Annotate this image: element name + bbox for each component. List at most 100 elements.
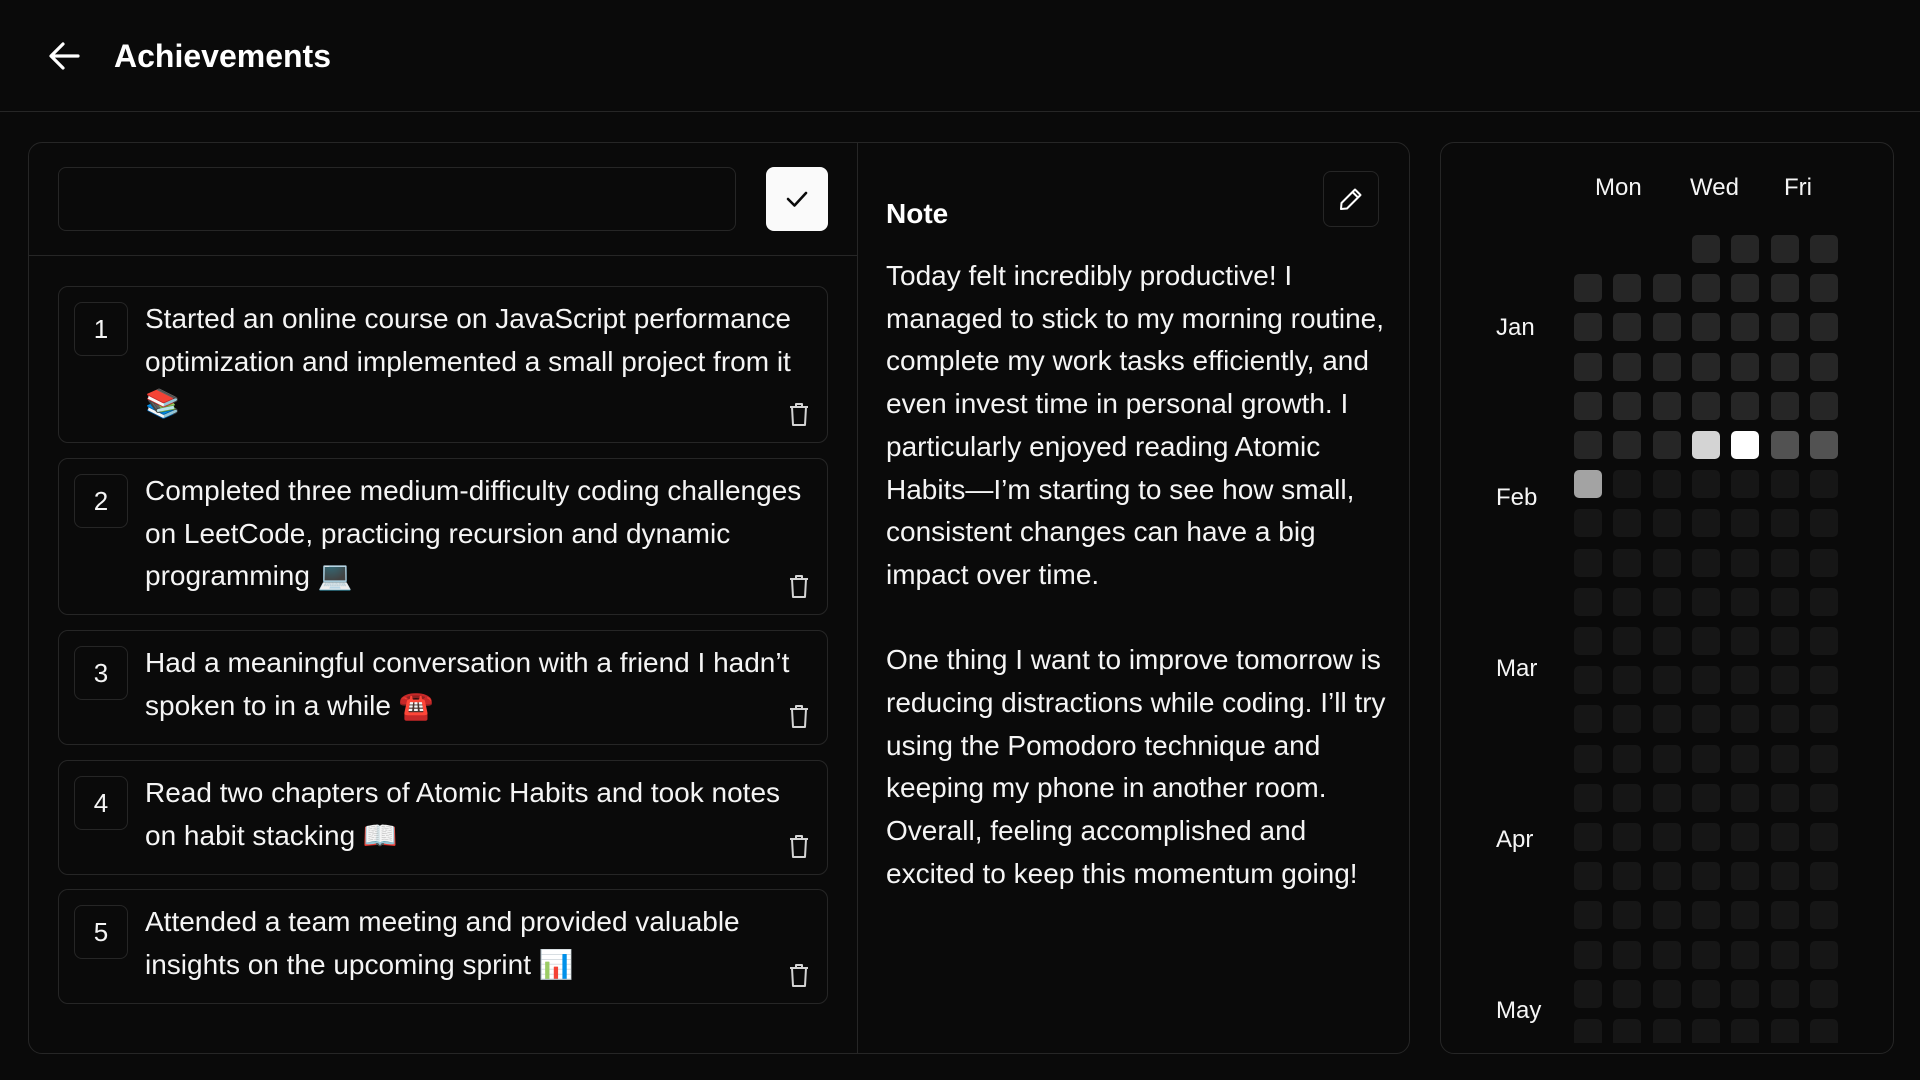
heatmap-cell[interactable] — [1574, 549, 1602, 577]
heatmap-cell[interactable] — [1574, 745, 1602, 773]
heatmap-cell[interactable] — [1613, 705, 1641, 733]
heatmap-cell[interactable] — [1771, 431, 1799, 459]
heatmap-cell[interactable] — [1810, 588, 1838, 616]
heatmap-cell[interactable] — [1653, 588, 1681, 616]
heatmap-cell[interactable] — [1771, 588, 1799, 616]
heatmap-cell[interactable] — [1613, 627, 1641, 655]
heatmap-cell[interactable] — [1771, 274, 1799, 302]
heatmap-cell[interactable] — [1574, 666, 1602, 694]
heatmap-cell[interactable] — [1731, 549, 1759, 577]
delete-button[interactable] — [785, 832, 813, 860]
heatmap-cell[interactable] — [1731, 392, 1759, 420]
heatmap-cell[interactable] — [1653, 470, 1681, 498]
heatmap-cell[interactable] — [1574, 353, 1602, 381]
heatmap-cell[interactable] — [1574, 980, 1602, 1008]
heatmap-cell[interactable] — [1692, 470, 1720, 498]
heatmap-cell[interactable] — [1692, 823, 1720, 851]
heatmap-cell[interactable] — [1731, 470, 1759, 498]
heatmap-cell[interactable] — [1810, 862, 1838, 890]
heatmap-cell[interactable] — [1810, 549, 1838, 577]
heatmap-cell[interactable] — [1810, 823, 1838, 851]
heatmap-cell[interactable] — [1574, 941, 1602, 969]
heatmap-cell[interactable] — [1692, 235, 1720, 263]
heatmap-cell[interactable] — [1731, 862, 1759, 890]
heatmap-cell[interactable] — [1653, 353, 1681, 381]
heatmap-cell[interactable] — [1731, 627, 1759, 655]
heatmap-cell[interactable] — [1810, 666, 1838, 694]
heatmap-cell[interactable] — [1692, 392, 1720, 420]
heatmap-cell[interactable] — [1653, 509, 1681, 537]
heatmap-cell[interactable] — [1692, 549, 1720, 577]
heatmap-cell[interactable] — [1771, 705, 1799, 733]
heatmap-cell[interactable] — [1653, 392, 1681, 420]
heatmap-cell[interactable] — [1692, 431, 1720, 459]
heatmap-cell[interactable] — [1653, 745, 1681, 773]
heatmap-cell[interactable] — [1613, 274, 1641, 302]
heatmap-cell[interactable] — [1810, 392, 1838, 420]
heatmap-cell[interactable] — [1692, 941, 1720, 969]
heatmap-cell[interactable] — [1731, 353, 1759, 381]
heatmap-cell[interactable] — [1574, 627, 1602, 655]
heatmap-cell[interactable] — [1653, 627, 1681, 655]
heatmap-cell[interactable] — [1771, 549, 1799, 577]
heatmap-cell[interactable] — [1653, 431, 1681, 459]
heatmap-cell[interactable] — [1692, 784, 1720, 812]
heatmap-cell[interactable] — [1653, 901, 1681, 929]
heatmap-cell[interactable] — [1613, 353, 1641, 381]
heatmap-cell[interactable] — [1613, 392, 1641, 420]
heatmap-cell[interactable] — [1692, 1019, 1720, 1043]
heatmap-cell[interactable] — [1731, 941, 1759, 969]
heatmap-cell[interactable] — [1810, 431, 1838, 459]
heatmap-cell[interactable] — [1731, 705, 1759, 733]
heatmap-cell[interactable] — [1613, 941, 1641, 969]
heatmap-cell[interactable] — [1692, 274, 1720, 302]
back-button[interactable] — [44, 38, 84, 74]
heatmap-cell[interactable] — [1613, 313, 1641, 341]
heatmap-cell[interactable] — [1731, 1019, 1759, 1043]
heatmap-cell[interactable] — [1613, 588, 1641, 616]
heatmap-cell[interactable] — [1731, 509, 1759, 537]
heatmap-cell[interactable] — [1771, 313, 1799, 341]
heatmap-cell[interactable] — [1731, 588, 1759, 616]
heatmap-cell[interactable] — [1574, 470, 1602, 498]
heatmap-cell[interactable] — [1771, 941, 1799, 969]
heatmap-cell[interactable] — [1613, 862, 1641, 890]
heatmap-cell[interactable] — [1574, 705, 1602, 733]
heatmap-cell[interactable] — [1771, 666, 1799, 694]
heatmap-cell[interactable] — [1810, 470, 1838, 498]
heatmap-cell[interactable] — [1653, 274, 1681, 302]
heatmap-cell[interactable] — [1613, 784, 1641, 812]
heatmap-cell[interactable] — [1771, 862, 1799, 890]
heatmap-cell[interactable] — [1731, 274, 1759, 302]
heatmap-cell[interactable] — [1731, 431, 1759, 459]
heatmap-cell[interactable] — [1731, 745, 1759, 773]
heatmap-cell[interactable] — [1692, 705, 1720, 733]
heatmap-cell[interactable] — [1810, 980, 1838, 1008]
heatmap-cell[interactable] — [1692, 862, 1720, 890]
heatmap-cell[interactable] — [1810, 353, 1838, 381]
confirm-button[interactable] — [766, 167, 828, 231]
heatmap-cell[interactable] — [1692, 980, 1720, 1008]
heatmap-cell[interactable] — [1574, 431, 1602, 459]
delete-button[interactable] — [785, 702, 813, 730]
heatmap-cell[interactable] — [1574, 823, 1602, 851]
heatmap-cell[interactable] — [1771, 745, 1799, 773]
heatmap-cell[interactable] — [1653, 666, 1681, 694]
heatmap-cell[interactable] — [1613, 745, 1641, 773]
heatmap-cell[interactable] — [1653, 862, 1681, 890]
heatmap-cell[interactable] — [1731, 666, 1759, 694]
heatmap-cell[interactable] — [1574, 862, 1602, 890]
heatmap-cell[interactable] — [1613, 509, 1641, 537]
heatmap-cell[interactable] — [1653, 941, 1681, 969]
heatmap-cell[interactable] — [1731, 313, 1759, 341]
heatmap-cell[interactable] — [1810, 901, 1838, 929]
heatmap-cell[interactable] — [1692, 901, 1720, 929]
heatmap-cell[interactable] — [1771, 901, 1799, 929]
heatmap-cell[interactable] — [1771, 509, 1799, 537]
heatmap-cell[interactable] — [1810, 313, 1838, 341]
heatmap-cell[interactable] — [1810, 941, 1838, 969]
heatmap-cell[interactable] — [1613, 549, 1641, 577]
heatmap-cell[interactable] — [1810, 784, 1838, 812]
heatmap-cell[interactable] — [1692, 313, 1720, 341]
heatmap-cell[interactable] — [1613, 901, 1641, 929]
